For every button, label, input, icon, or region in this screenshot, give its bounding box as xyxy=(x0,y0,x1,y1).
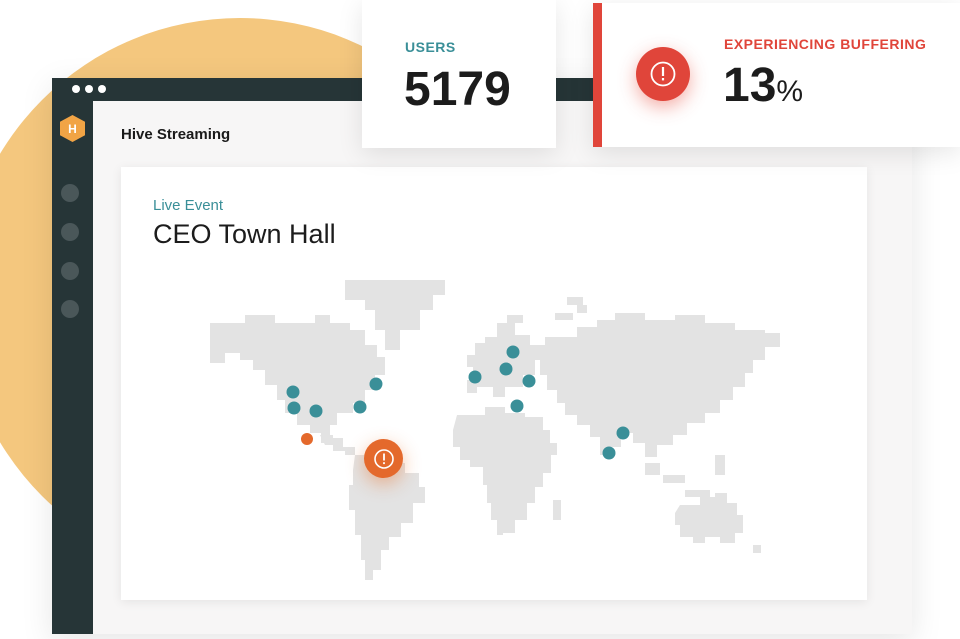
location-marker[interactable] xyxy=(353,400,367,414)
window-dot-icon[interactable] xyxy=(85,85,93,93)
location-marker-warning[interactable] xyxy=(301,433,313,445)
buffering-alert-badge xyxy=(636,47,690,101)
location-marker[interactable] xyxy=(522,374,536,388)
window-dot-icon[interactable] xyxy=(98,85,106,93)
buffering-label: EXPERIENCING BUFFERING xyxy=(724,36,927,52)
sidebar-nav-item-2[interactable] xyxy=(61,223,79,241)
location-marker[interactable] xyxy=(309,404,323,418)
logo-letter: H xyxy=(68,121,77,136)
users-label: USERS xyxy=(405,39,456,55)
app-title: Hive Streaming xyxy=(121,126,231,143)
map-alert-marker[interactable] xyxy=(364,439,403,478)
location-marker[interactable] xyxy=(602,446,616,460)
location-marker[interactable] xyxy=(369,377,383,391)
location-marker[interactable] xyxy=(286,385,300,399)
location-marker[interactable] xyxy=(506,345,520,359)
sidebar-nav-item-1[interactable] xyxy=(61,184,79,202)
buffering-value: 13 xyxy=(723,59,777,112)
map-land xyxy=(210,280,780,580)
sidebar xyxy=(52,101,93,634)
sidebar-nav-item-4[interactable] xyxy=(61,300,79,318)
location-marker[interactable] xyxy=(468,370,482,384)
window-dot-icon[interactable] xyxy=(72,85,80,93)
event-title: CEO Town Hall xyxy=(153,219,336,249)
location-marker[interactable] xyxy=(287,401,301,415)
exclamation-circle-icon xyxy=(650,61,676,87)
location-marker[interactable] xyxy=(510,399,524,413)
sidebar-nav-item-3[interactable] xyxy=(61,262,79,280)
exclamation-circle-icon xyxy=(373,448,394,469)
location-marker[interactable] xyxy=(616,426,630,440)
alert-accent-bar xyxy=(593,3,602,147)
buffering-unit: % xyxy=(776,75,804,108)
buffering-percentage: 13% xyxy=(723,58,803,113)
event-type-label: Live Event xyxy=(153,197,224,214)
world-map xyxy=(210,280,780,580)
location-marker[interactable] xyxy=(499,362,513,376)
users-count: 5179 xyxy=(404,63,511,116)
